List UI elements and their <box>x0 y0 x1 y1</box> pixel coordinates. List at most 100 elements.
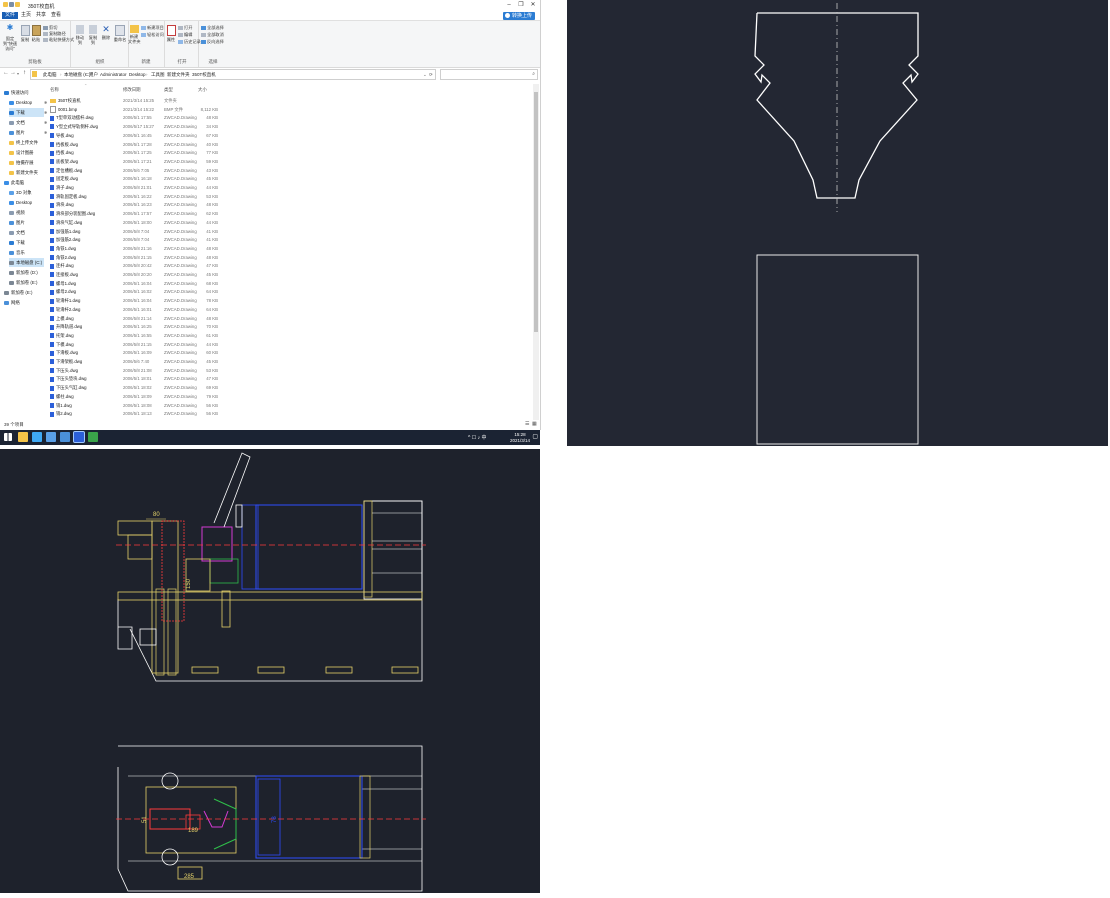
easy-access-button[interactable]: 轻松访问 <box>141 32 164 38</box>
new-folder-icon[interactable] <box>15 2 20 7</box>
file-row[interactable]: 轮滑杆1.dwg 2006/5/1 16:04 ZWCAD.Drawing 78 KB <box>48 297 223 306</box>
breadcrumb-new-folder[interactable]: 新建文件夹 <box>167 72 190 78</box>
tab-home[interactable]: 主页 <box>18 12 34 19</box>
file-row[interactable]: 螺母1.dwg 2006/5/1 16:04 ZWCAD.Drawing 68 KB <box>48 280 223 289</box>
file-row[interactable]: 挡板板.dwg 2006/5/1 17:28 ZWCAD.Drawing 40 KB <box>48 141 223 150</box>
column-header-type[interactable]: 类型 <box>164 87 173 93</box>
rename-button[interactable]: 重命名 <box>113 25 127 42</box>
file-row[interactable]: 滑块部分装配图.dwg 2006/5/1 17:57 ZWCAD.Drawing 62… <box>48 210 223 219</box>
file-row[interactable]: 350T校直机 2021/3/14 15:25 文件夹 <box>48 97 223 106</box>
paste-shortcut-button[interactable]: 粘贴快捷方式 <box>43 37 74 43</box>
nav-item[interactable]: 文档 <box>9 228 25 237</box>
file-row[interactable]: 下滑架板.dwg 2006/5/6 7:40 ZWCAD.Drawing 45 KB <box>48 358 223 367</box>
file-row[interactable]: 0001.bmp 2021/3/14 15:22 BMP 文件 8,112 KB <box>48 106 223 115</box>
file-row[interactable]: 角铁2.dwg 2006/5/8 21:15 ZWCAD.Drawing 48 KB <box>48 254 223 263</box>
file-row[interactable]: 上模.dwg 2006/5/8 21:14 ZWCAD.Drawing 48 KB <box>48 315 223 324</box>
file-row[interactable]: 加强筋2.dwg 2006/5/8 7:04 ZWCAD.Drawing 41 KB <box>48 236 223 245</box>
invert-selection-button[interactable]: 反向选择 <box>201 39 224 45</box>
nav-item[interactable]: 图片 ✱ <box>9 128 47 137</box>
column-header-name[interactable]: 名称 <box>50 87 59 93</box>
edit-button[interactable]: 编辑 <box>178 32 192 38</box>
nav-item[interactable]: 文档 ✱ <box>9 118 47 127</box>
nav-item[interactable]: 快速访问 <box>4 88 29 97</box>
address-bar[interactable]: 此电脑 › 本地磁盘 (C:) › 用户 › Administrator › D… <box>30 69 436 80</box>
open-button[interactable]: 打开 <box>178 25 192 31</box>
taskbar-clock[interactable]: 15:28 2021/3/14 <box>510 432 530 443</box>
share-upload-button[interactable]: 转换上传 <box>502 12 535 20</box>
file-row[interactable]: 连接板.dwg 2006/5/8 20:20 ZWCAD.Drawing 45 KB <box>48 271 223 280</box>
nav-item[interactable]: 下载 ✱ <box>9 108 47 117</box>
file-row[interactable]: Y型立式导轨侧杆.dwg 2006/5/17 15:27 ZWCAD.Drawing… <box>48 123 223 132</box>
details-view-icon[interactable]: ☰ <box>525 421 529 427</box>
file-row[interactable]: 连杆.dwg 2006/5/8 20:42 ZWCAD.Drawing 47 KB <box>48 262 223 271</box>
properties-button[interactable]: 属性 <box>166 25 176 42</box>
scrollbar-thumb[interactable] <box>534 92 538 332</box>
breadcrumb-desktop[interactable]: Desktop <box>129 72 146 77</box>
copy-to-button[interactable]: 复制到 <box>87 25 99 45</box>
quick-access-toolbar[interactable] <box>3 2 25 9</box>
file-row[interactable]: 托架.dwg 2006/5/1 16:55 ZWCAD.Drawing 61 KB <box>48 332 223 341</box>
file-row[interactable]: 滑子.dwg 2006/5/8 21:01 ZWCAD.Drawing 44 KB <box>48 184 223 193</box>
nav-item[interactable]: 图片 <box>9 218 25 227</box>
move-to-button[interactable]: 移动到 <box>74 25 86 45</box>
breadcrumb-administrator[interactable]: Administrator <box>100 72 127 77</box>
nav-item[interactable]: Desktop ✱ <box>9 98 47 107</box>
tab-view[interactable]: 查看 <box>48 12 64 19</box>
taskbar-app-spreadsheet-icon[interactable] <box>88 432 98 442</box>
file-row[interactable]: 销1.dwg 2006/5/1 18:08 ZWCAD.Drawing 56 KB <box>48 402 223 411</box>
vertical-scrollbar[interactable] <box>533 84 539 420</box>
nav-item[interactable]: 新建文件夹 <box>9 168 38 177</box>
file-row[interactable]: 下滑板.dwg 2006/5/1 16:09 ZWCAD.Drawing 60 KB <box>48 349 223 358</box>
large-icons-view-icon[interactable]: ▦ <box>532 421 537 427</box>
file-row[interactable]: 挡板.dwg 2006/5/1 17:25 ZWCAD.Drawing 77 KB <box>48 149 223 158</box>
file-row[interactable]: T型单双动摆杆.dwg 2006/5/1 17:55 ZWCAD.Drawing 48… <box>48 114 223 123</box>
new-folder-button[interactable]: 新建 文件夹 <box>128 25 141 44</box>
address-dropdown-icon[interactable]: ⌄ <box>423 72 427 78</box>
select-none-button[interactable]: 全部取消 <box>201 32 224 38</box>
select-all-button[interactable]: 全部选择 <box>201 25 224 31</box>
file-row[interactable]: 下压头气缸.dwg 2006/5/1 18:02 ZWCAD.Drawing 69 K… <box>48 384 223 393</box>
taskbar-app-browser-icon[interactable] <box>32 432 42 442</box>
history-dropdown-icon[interactable]: ▾ <box>17 71 19 76</box>
forward-arrow-icon[interactable]: → <box>10 70 16 76</box>
nav-item[interactable]: 终上传文件 <box>9 138 38 147</box>
save-icon[interactable] <box>9 2 14 7</box>
nav-item[interactable]: 此电脑 <box>4 178 24 187</box>
nav-item[interactable]: 3D 对象 <box>9 188 32 197</box>
file-row[interactable]: 轮滑杆2.dwg 2006/5/1 16:01 ZWCAD.Drawing 64 KB <box>48 306 223 315</box>
taskbar-app-documents-icon[interactable] <box>46 432 56 442</box>
nav-item[interactable]: 设计图册 <box>9 148 34 157</box>
file-row[interactable]: 下压头.dwg 2006/5/8 21:08 ZWCAD.Drawing 53 KB <box>48 367 223 376</box>
new-item-button[interactable]: 新建项目 <box>141 25 164 31</box>
file-row[interactable]: 螺柱.dwg 2006/5/1 18:09 ZWCAD.Drawing 79 KB <box>48 393 223 402</box>
history-button[interactable]: 历史记录 <box>178 39 201 45</box>
file-row[interactable]: 加强筋1.dwg 2006/5/8 7:04 ZWCAD.Drawing 41 KB <box>48 228 223 237</box>
tab-share[interactable]: 共享 <box>33 12 49 19</box>
file-row[interactable]: 滑块.dwg 2006/5/1 16:23 ZWCAD.Drawing 48 KB <box>48 201 223 210</box>
nav-item[interactable]: 本地磁盘 (C:) <box>9 258 44 267</box>
nav-item[interactable]: 音乐 <box>9 248 25 257</box>
file-row[interactable]: 滑轨固定板.dwg 2006/5/1 16:22 ZWCAD.Drawing 53 K… <box>48 193 223 202</box>
nav-item[interactable]: 新加卷 (E:) <box>9 278 37 287</box>
back-arrow-icon[interactable]: ← <box>3 70 9 76</box>
nav-item[interactable]: 新加卷 (E:) <box>4 288 32 297</box>
file-row[interactable]: 滑块气缸.dwg 2006/5/1 18:00 ZWCAD.Drawing 44 KB <box>48 219 223 228</box>
file-row[interactable]: 导板.dwg 2006/5/1 16:45 ZWCAD.Drawing 67 KB <box>48 132 223 141</box>
column-header-date[interactable]: 修改日期 <box>123 87 141 93</box>
notification-icon[interactable]: ▢ <box>532 433 538 440</box>
file-row[interactable]: 螺母2.dwg 2006/5/1 16:02 ZWCAD.Drawing 64 KB <box>48 288 223 297</box>
file-row[interactable]: 定位槽板.dwg 2006/5/6 7:05 ZWCAD.Drawing 43 KB <box>48 167 223 176</box>
file-row[interactable]: 下模.dwg 2006/5/8 21:15 ZWCAD.Drawing 44 KB <box>48 341 223 350</box>
breadcrumb-this-pc[interactable]: 此电脑 <box>43 72 57 78</box>
paste-button[interactable]: 粘贴 <box>31 25 41 42</box>
copy-button[interactable]: 复制 <box>20 25 30 42</box>
column-header-size[interactable]: 大小 <box>198 87 207 93</box>
file-row[interactable]: 角铁1.dwg 2006/5/8 21:16 ZWCAD.Drawing 48 KB <box>48 245 223 254</box>
pin-quick-access-button[interactable]: ✱ 固定到"快速访问" <box>2 24 18 52</box>
nav-item[interactable]: 下载 <box>9 238 25 247</box>
taskbar-app-cad-app-icon[interactable] <box>73 431 85 443</box>
up-arrow-icon[interactable]: ↑ <box>23 70 26 76</box>
search-input[interactable]: ⌕ <box>440 69 538 80</box>
nav-item[interactable]: 网络 <box>4 298 20 307</box>
taskbar-app-settings-icon[interactable] <box>60 432 70 442</box>
